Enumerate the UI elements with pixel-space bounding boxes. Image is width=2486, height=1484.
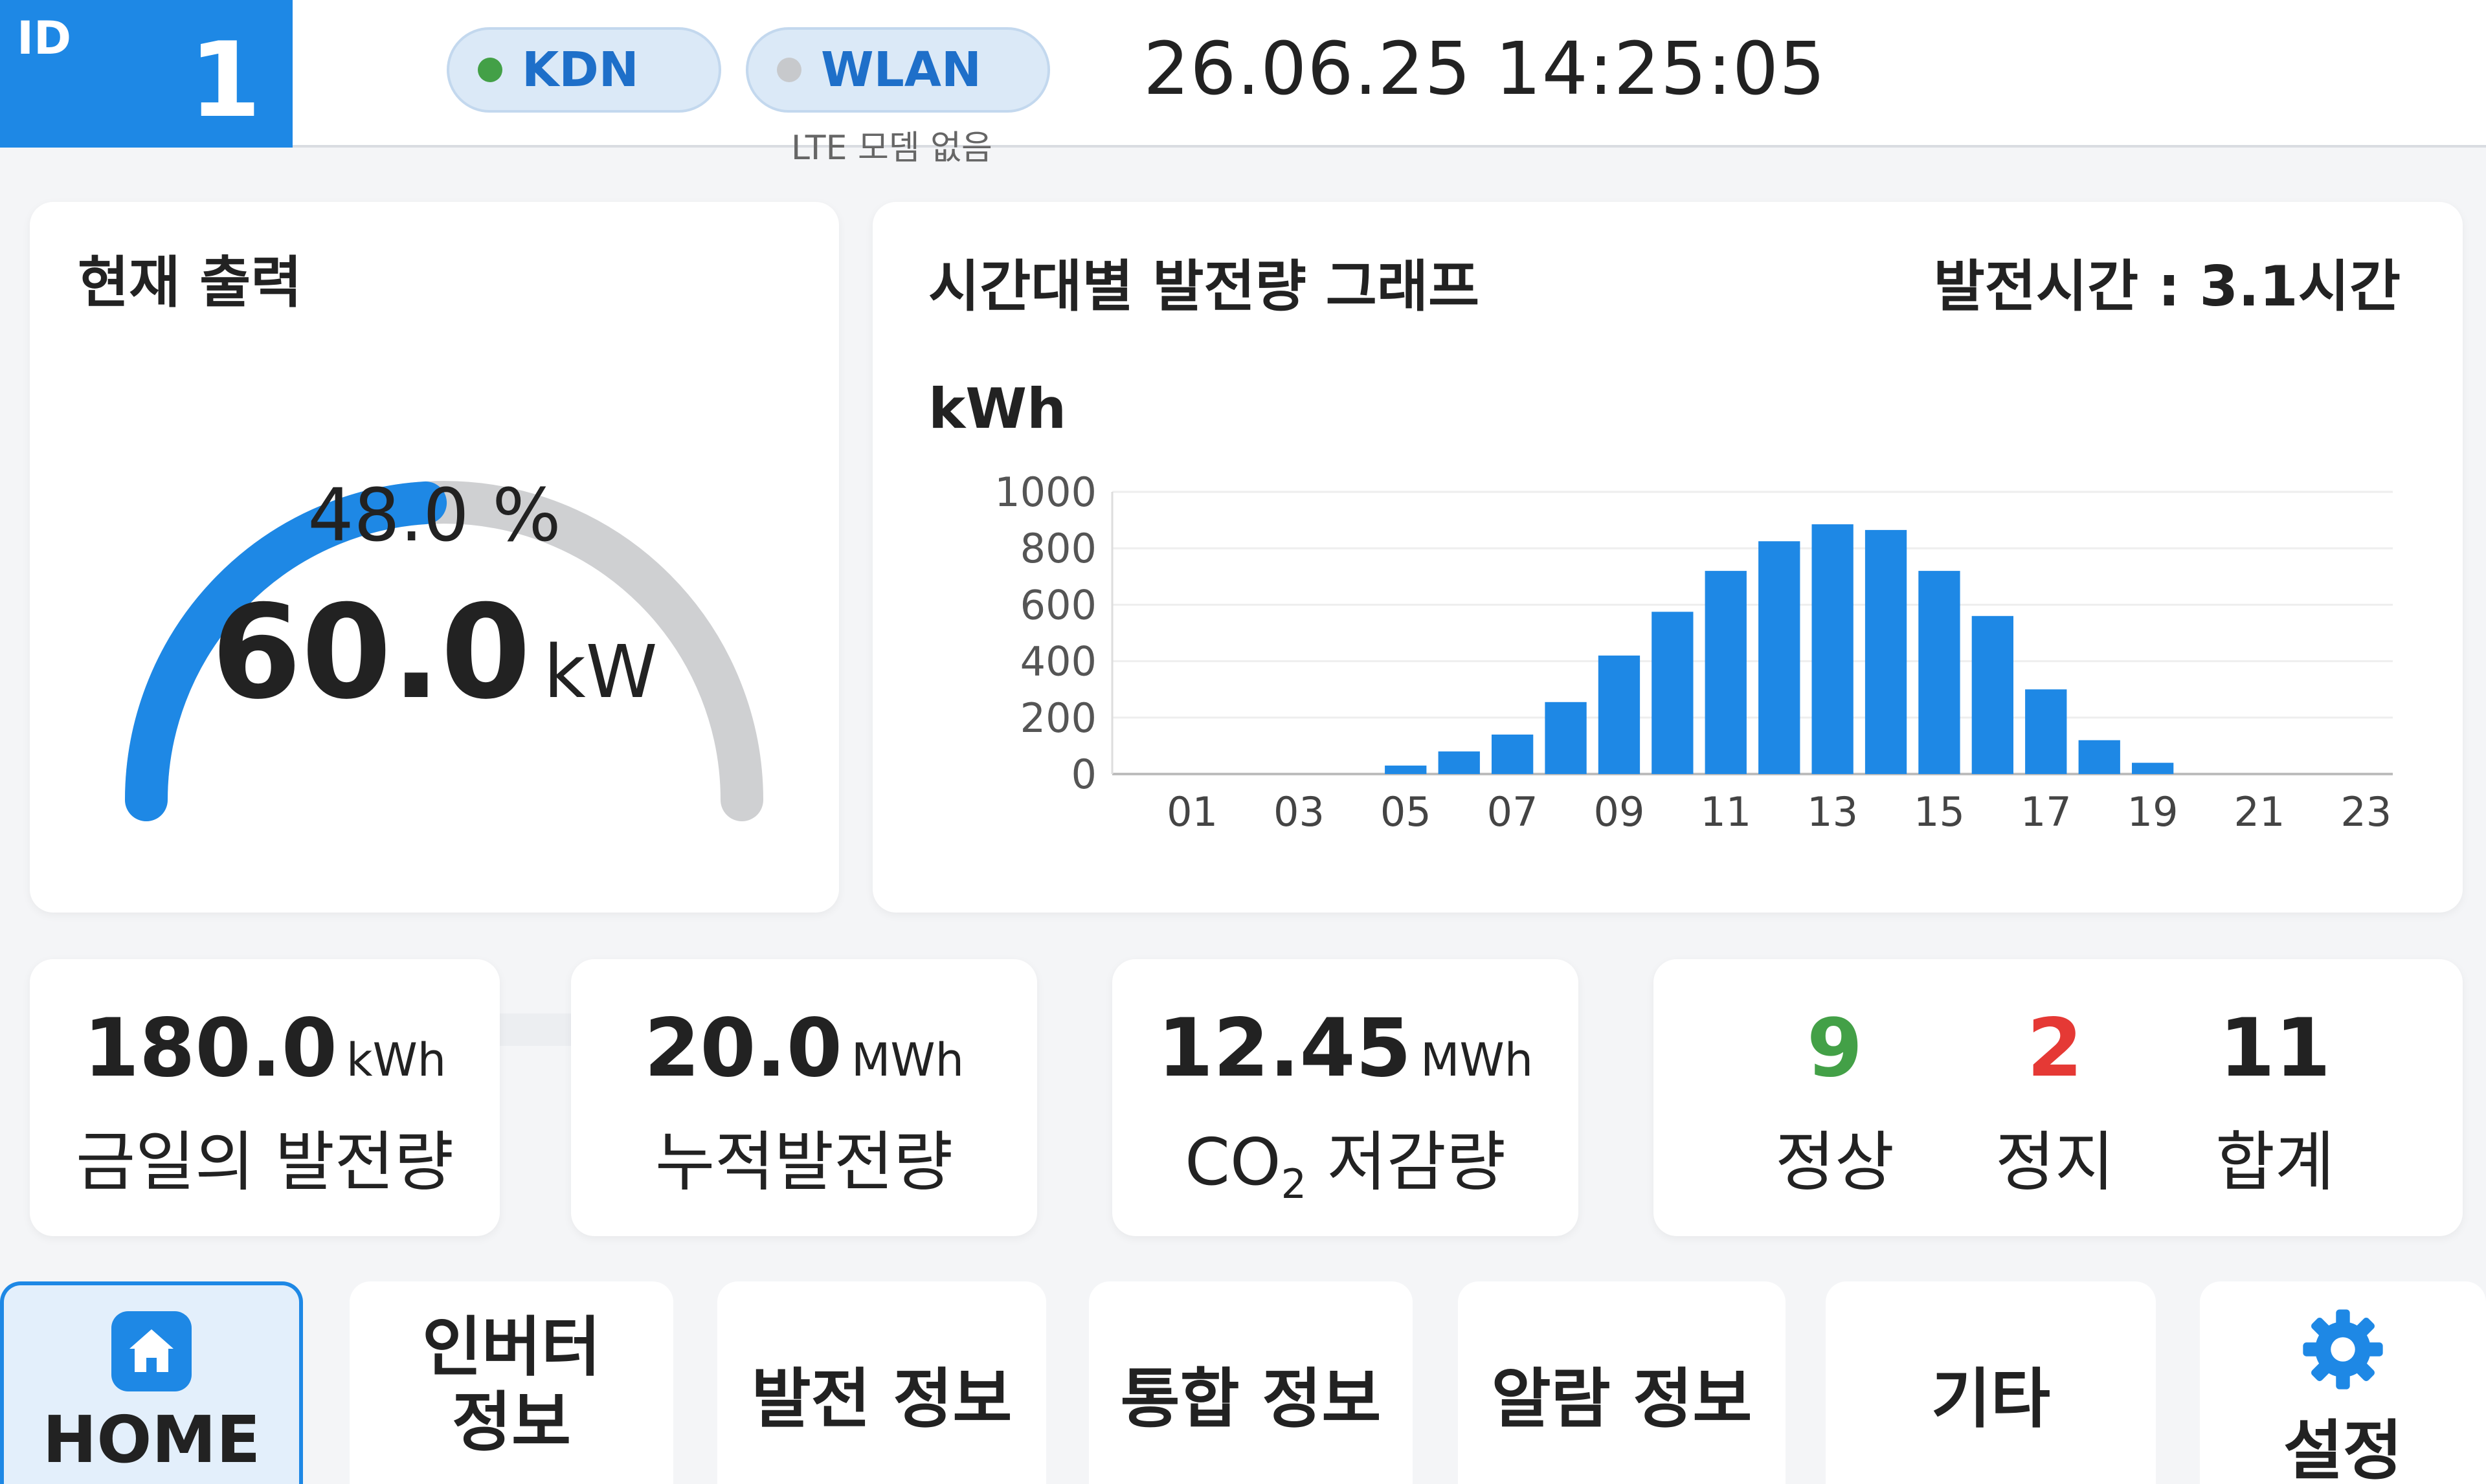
count-normal-label: 정상 xyxy=(1775,1124,1894,1200)
chart-ytick-label: 0 xyxy=(1071,751,1097,798)
wlan-status-label: WLAN xyxy=(821,42,981,98)
chart-xtick-label: 21 xyxy=(2234,788,2285,836)
chart-xtick-label: 07 xyxy=(1487,788,1538,836)
output-percent: 48.0 % xyxy=(308,474,561,558)
chart-xtick-label: 17 xyxy=(2021,788,2072,836)
today-generation-label: 금일의 발전량 xyxy=(76,1124,454,1200)
chart-bar-17[interactable] xyxy=(2025,689,2067,774)
today-generation-unit: kWh xyxy=(346,1034,447,1087)
chart-bar-07[interactable] xyxy=(1492,735,1534,774)
wlan-status-pill[interactable]: WLAN xyxy=(746,27,1050,113)
kdn-status-dot-icon xyxy=(478,58,502,82)
cumulative-generation-card: 20.0 MWh 누적발전량 xyxy=(571,959,1037,1236)
output-power-value: 60.0 xyxy=(211,577,531,728)
nav-etc-label: 기타 xyxy=(1931,1361,2050,1437)
current-output-card: 현재 출력 48.0 % 60.0 kW xyxy=(30,202,839,1046)
chart-xtick-label: 15 xyxy=(1914,788,1965,836)
chart-xtick-label: 05 xyxy=(1380,788,1431,836)
hourly-generation-chart: 0 200 400 600 800 1000 01 03 05 07 09 11 13 15 17 19 21 2… xyxy=(994,469,2393,836)
co2-reduction-card: 12.45 MWh CO2 저감량 xyxy=(1112,959,1578,1236)
nav-generation-label: 발전 정보 xyxy=(751,1361,1013,1437)
chart-bar-06[interactable] xyxy=(1438,751,1480,774)
nav-inverter-button[interactable]: 인버터 정보 xyxy=(350,1281,673,1484)
chart-bar-08[interactable] xyxy=(1545,702,1587,774)
nav-home-button[interactable]: HOME xyxy=(0,1281,303,1484)
chart-bar-05[interactable] xyxy=(1385,765,1427,774)
output-power-unit: kW xyxy=(543,630,658,714)
kdn-status-pill[interactable]: KDN xyxy=(447,27,721,113)
chart-ytick-label: 800 xyxy=(1020,525,1097,572)
chart-bar-18[interactable] xyxy=(2078,740,2120,774)
count-total-value: 11 xyxy=(2219,1002,2331,1095)
cumulative-generation-unit: MWh xyxy=(851,1034,964,1087)
nav-inverter-label-line2: 정보 xyxy=(452,1384,571,1460)
today-generation-value: 180.0 xyxy=(83,1002,338,1095)
chart-bar-19[interactable] xyxy=(2132,762,2174,774)
chart-xtick-label: 09 xyxy=(1594,788,1645,836)
hourly-generation-card: 시간대별 발전량 그래프 발전시간 : 3.1시간 kWh 0 200 400 600… xyxy=(873,202,2463,913)
gear-icon xyxy=(2303,1309,2383,1390)
chart-ytick-label: 400 xyxy=(1020,638,1097,685)
nav-settings-label: 설정 xyxy=(2283,1413,2402,1484)
nav-alarm-label: 알람 정보 xyxy=(1491,1361,1753,1437)
co2-reduction-unit: MWh xyxy=(1420,1034,1534,1087)
device-id-box[interactable]: ID 1 xyxy=(0,0,293,148)
co2-label-suffix: 저감량 xyxy=(1306,1124,1506,1200)
chart-ytick-label: 600 xyxy=(1020,581,1097,628)
co2-reduction-label: CO2 저감량 xyxy=(1112,1109,1578,1208)
count-total-label: 합계 xyxy=(2215,1124,2335,1200)
nav-alarm-button[interactable]: 알람 정보 xyxy=(1458,1281,1786,1484)
chart-xtick-label: 19 xyxy=(2127,788,2178,836)
chart-bar-09[interactable] xyxy=(1598,655,1641,774)
output-power: 60.0 kW xyxy=(30,577,839,728)
home-icon xyxy=(111,1311,192,1391)
chart-xtick-label: 13 xyxy=(1807,788,1858,836)
device-id-label: ID xyxy=(17,12,72,65)
current-datetime: 26.06.25 14:25:05 xyxy=(1143,27,1826,111)
nav-etc-button[interactable]: 기타 xyxy=(1826,1281,2156,1484)
inverter-count-card: 9 정상 2 정지 11 합계 xyxy=(1653,959,2463,1236)
today-generation-card: 180.0 kWh 금일의 발전량 xyxy=(30,959,500,1236)
device-id-value: 1 xyxy=(189,19,262,140)
cumulative-generation-label: 누적발전량 xyxy=(655,1124,953,1200)
nav-generation-button[interactable]: 발전 정보 xyxy=(717,1281,1046,1484)
chart-bar-12[interactable] xyxy=(1758,541,1800,774)
chart-ytick-label: 200 xyxy=(1020,694,1097,742)
chart-bar-10[interactable] xyxy=(1652,612,1694,774)
count-stopped-label: 정지 xyxy=(1995,1124,2114,1200)
chart-bar-11[interactable] xyxy=(1705,571,1747,774)
count-normal-value: 9 xyxy=(1806,1002,1863,1095)
kdn-status-label: KDN xyxy=(522,42,639,98)
nav-integrated-label: 통합 정보 xyxy=(1120,1361,1382,1437)
cumulative-generation-value: 20.0 xyxy=(644,1002,842,1095)
co2-reduction-value: 12.45 xyxy=(1157,1002,1412,1095)
nav-settings-button[interactable]: 설정 xyxy=(2200,1281,2486,1484)
co2-label-prefix: CO xyxy=(1185,1124,1281,1200)
chart-ytick-label: 1000 xyxy=(994,469,1097,516)
nav-home-label: HOME xyxy=(42,1402,261,1478)
nav-integrated-button[interactable]: 통합 정보 xyxy=(1089,1281,1413,1484)
chart-bar-16[interactable] xyxy=(1971,615,2013,774)
co2-label-sub: 2 xyxy=(1281,1160,1307,1208)
chart-xtick-label: 23 xyxy=(2340,788,2391,836)
count-stopped-value: 2 xyxy=(2026,1002,2083,1095)
lte-modem-note: LTE 모뎀 없음 xyxy=(791,129,992,168)
chart-bar-15[interactable] xyxy=(1918,571,1960,774)
chart-bar-13[interactable] xyxy=(1811,524,1853,774)
wlan-status-dot-icon xyxy=(777,58,801,82)
chart-bar-14[interactable] xyxy=(1864,529,1907,774)
chart-xtick-label: 11 xyxy=(1700,788,1751,836)
chart-xtick-label: 03 xyxy=(1273,788,1325,836)
chart-xtick-label: 01 xyxy=(1167,788,1218,836)
top-status-bar: ID 1 KDN WLAN LTE 모뎀 없음 26.06.25 14:25:0… xyxy=(0,0,2486,168)
